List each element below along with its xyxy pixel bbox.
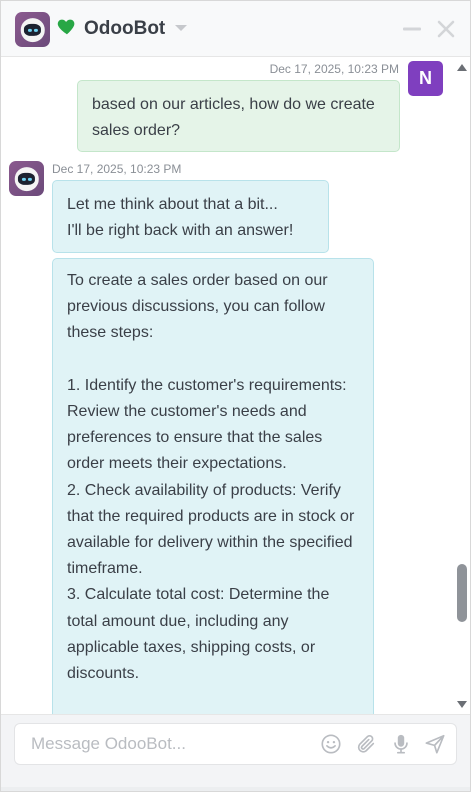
bot-message-bubble: Let me think about that a bit... I'll be…: [52, 180, 329, 253]
paperclip-icon[interactable]: [355, 733, 377, 755]
minimize-icon[interactable]: [401, 18, 423, 40]
scroll-up-arrow-icon[interactable]: [456, 62, 468, 72]
bot-message-text: To create a sales order based on our pre…: [67, 272, 355, 683]
message-date: Dec 17, 2025, 10:23 PM: [269, 62, 399, 76]
scrollbar-thumb[interactable]: [457, 564, 467, 622]
chevron-down-icon[interactable]: [173, 21, 189, 35]
message-input[interactable]: [15, 724, 315, 764]
odoobot-avatar: [15, 12, 50, 47]
composer-area: [1, 714, 470, 791]
chat-title[interactable]: OdooBot: [84, 18, 165, 40]
window-bottom-edge: [1, 787, 470, 791]
odoobot-avatar[interactable]: [9, 161, 44, 196]
chat-header[interactable]: OdooBot: [1, 1, 470, 57]
user-avatar[interactable]: N: [408, 61, 443, 96]
composer[interactable]: [14, 723, 457, 765]
message-thread[interactable]: Dec 17, 2025, 10:23 PM N based on our ar…: [1, 58, 470, 714]
user-message-bubble: based on our articles, how do we create …: [77, 80, 400, 152]
bot-message-bubble: To create a sales order based on our pre…: [52, 258, 374, 714]
bot-message-text: Let me think about that a bit... I'll be…: [67, 196, 294, 239]
thread-scrollbar[interactable]: [454, 58, 470, 714]
scroll-down-arrow-icon[interactable]: [456, 700, 468, 710]
heart-icon: [57, 19, 75, 35]
chat-window: OdooBot Dec 17, 2025, 10:23 PM N based o…: [0, 0, 471, 792]
message-date: Dec 17, 2025, 10:23 PM: [52, 162, 182, 176]
close-icon[interactable]: [435, 18, 457, 40]
microphone-icon[interactable]: [390, 733, 412, 755]
send-icon[interactable]: [424, 733, 446, 755]
emoji-icon[interactable]: [320, 733, 342, 755]
